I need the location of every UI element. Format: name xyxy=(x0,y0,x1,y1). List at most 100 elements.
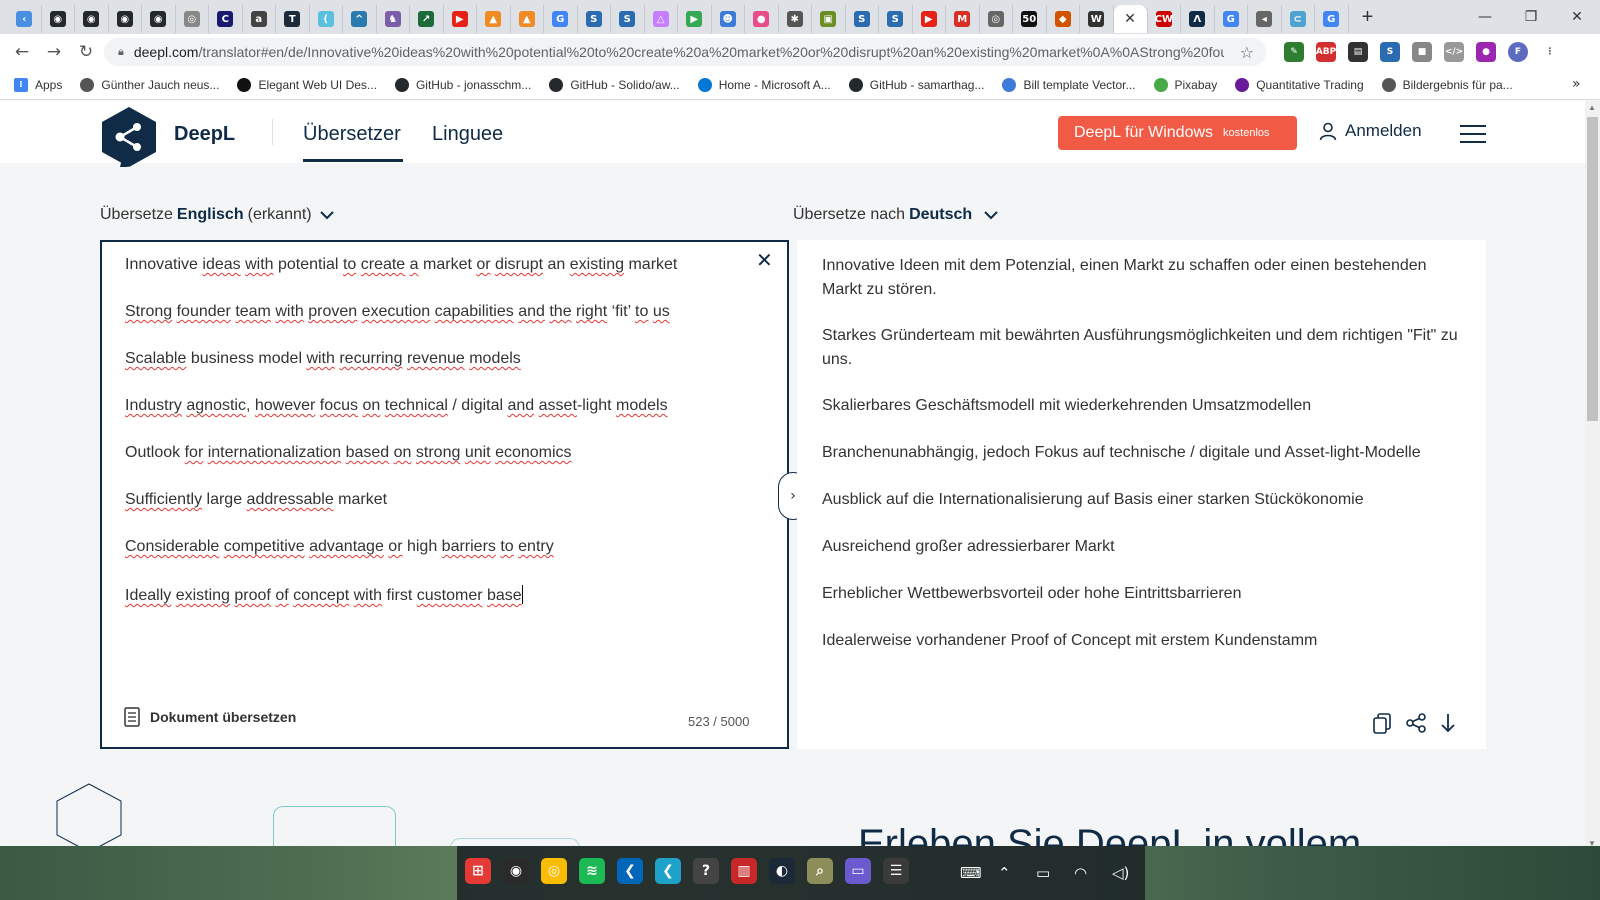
windows-start-icon[interactable]: ⊞ xyxy=(465,858,491,884)
browser-tab[interactable]: △ xyxy=(645,5,678,33)
browser-tab[interactable]: ◂ xyxy=(1248,5,1282,33)
wifi-icon[interactable]: ◠ xyxy=(1074,864,1087,882)
scrollbar-thumb[interactable] xyxy=(1587,117,1598,421)
browser-tab[interactable]: G xyxy=(1215,5,1248,33)
active-browser-tab[interactable]: ✕ xyxy=(1113,5,1148,33)
bookmark-item[interactable]: GitHub - jonasschm... xyxy=(394,77,531,92)
reload-icon[interactable]: ↻ xyxy=(70,36,102,68)
circle-extension-icon[interactable]: ● xyxy=(1476,42,1496,62)
browser-tab[interactable]: 50 xyxy=(1013,5,1047,33)
browser-tab[interactable]: ◉ xyxy=(109,5,142,33)
browser-tab[interactable]: S xyxy=(879,5,913,33)
browser-menu-icon[interactable]: ⋮ xyxy=(1540,42,1560,62)
new-tab-button[interactable]: + xyxy=(1353,3,1383,31)
brand-name[interactable]: DeepL xyxy=(174,123,235,146)
bookmarks-overflow-icon[interactable]: » xyxy=(1572,76,1586,92)
browser-tab[interactable]: ▲ xyxy=(477,5,511,33)
vscode-insiders-icon[interactable]: ❮ xyxy=(655,858,681,884)
keyboard-icon[interactable]: ⌨ xyxy=(960,864,982,882)
close-tab-icon[interactable]: ✕ xyxy=(1124,11,1136,27)
source-language-selector[interactable]: Übersetze Englisch (erkannt) xyxy=(100,206,334,224)
browser-tab[interactable]: G xyxy=(1315,5,1349,33)
s-extension-icon[interactable]: S xyxy=(1380,42,1400,62)
profile-avatar-icon[interactable]: F xyxy=(1508,42,1528,62)
login-link[interactable]: Anmelden xyxy=(1318,121,1422,141)
browser-tab[interactable]: Λ xyxy=(1181,5,1215,33)
spotify-icon[interactable]: ≋ xyxy=(579,858,605,884)
browser-tab[interactable]: ▲ xyxy=(511,5,544,33)
browser-tab[interactable]: ◎ xyxy=(176,5,209,33)
help-icon[interactable]: ? xyxy=(693,858,719,884)
extension-icon[interactable]: ▤ xyxy=(1348,42,1368,62)
bookmark-item[interactable]: Günther Jauch neus... xyxy=(80,77,219,92)
volume-icon[interactable]: ◁) xyxy=(1112,864,1129,882)
forward-icon[interactable]: → xyxy=(38,36,70,68)
steam-icon[interactable]: ◐ xyxy=(769,858,795,884)
chevron-up-icon[interactable]: ⌃ xyxy=(998,864,1011,882)
browser-tab[interactable]: ▣ xyxy=(812,5,846,33)
bookmark-item[interactable]: Pixabay xyxy=(1153,77,1217,92)
nav-linguee-link[interactable]: Linguee xyxy=(432,123,503,146)
search-tool-icon[interactable]: ⌕ xyxy=(807,858,833,884)
browser-tab[interactable]: ⊂ xyxy=(1282,5,1315,33)
bookmark-item[interactable]: GitHub - Solido/aw... xyxy=(549,77,680,92)
folder-icon[interactable]: ▭ xyxy=(845,858,871,884)
source-text-panel[interactable]: ✕ Dokument übersetzen 523 / 5000 Innovat… xyxy=(100,240,789,749)
download-icon[interactable] xyxy=(1437,712,1459,734)
bookmark-item[interactable]: Home - Microsoft A... xyxy=(697,77,831,92)
notes-icon[interactable]: ☰ xyxy=(883,858,909,884)
target-language-selector[interactable]: Übersetze nach Deutsch xyxy=(793,206,998,224)
trash-icon[interactable]: ▥ xyxy=(731,858,757,884)
browser-tab[interactable]: G xyxy=(544,5,578,33)
address-bar[interactable]: 🔒︎ deepl.com/translator#en/de/Innovative… xyxy=(104,38,1266,66)
bookmark-item[interactable]: GitHub - samarthag... xyxy=(848,77,984,92)
browser-tab[interactable]: ♞ xyxy=(377,5,410,33)
browser-tab[interactable]: ‹ xyxy=(8,5,42,33)
obs-icon[interactable]: ◉ xyxy=(503,858,529,884)
page-scrollbar[interactable]: ▲ ▼ xyxy=(1585,101,1600,850)
bookmark-item[interactable]: Bill template Vector... xyxy=(1002,77,1136,92)
close-window-button[interactable]: ✕ xyxy=(1554,0,1600,34)
restore-window-button[interactable]: ❐ xyxy=(1508,0,1554,34)
menu-hamburger-icon[interactable] xyxy=(1460,125,1486,143)
scroll-up-arrow-icon[interactable]: ▲ xyxy=(1588,103,1596,112)
browser-tab[interactable]: ^ xyxy=(343,5,377,33)
vscode-icon[interactable]: ❮ xyxy=(617,858,643,884)
bookmark-item[interactable]: Bildergebnis für pa... xyxy=(1381,77,1513,92)
browser-tab[interactable]: ( xyxy=(310,5,343,33)
copy-icon[interactable] xyxy=(1372,712,1394,734)
browser-tab[interactable]: ◉ xyxy=(75,5,109,33)
browser-tab[interactable]: ◆ xyxy=(1047,5,1080,33)
browser-tab[interactable]: M xyxy=(946,5,980,33)
chrome-icon[interactable]: ◎ xyxy=(541,858,567,884)
adblock-icon[interactable]: ABP xyxy=(1316,42,1336,62)
share-icon[interactable] xyxy=(1405,712,1427,734)
browser-tab[interactable]: ◎ xyxy=(980,5,1013,33)
nav-translator-link[interactable]: Übersetzer xyxy=(303,123,401,146)
browser-tab[interactable]: C xyxy=(209,5,243,33)
minimize-window-button[interactable]: — xyxy=(1462,0,1508,34)
browser-tab[interactable]: ☻ xyxy=(712,5,745,33)
bookmark-star-icon[interactable]: ☆ xyxy=(1240,43,1254,62)
browser-tab[interactable]: ▶ xyxy=(678,5,712,33)
browser-tab[interactable]: W xyxy=(1080,5,1114,33)
pen-extension-icon[interactable]: ✎ xyxy=(1284,42,1304,62)
translate-document-button[interactable]: Dokument übersetzen xyxy=(124,707,296,727)
deepl-logo-icon[interactable] xyxy=(102,107,156,167)
browser-tab[interactable]: ↗ xyxy=(410,5,444,33)
browser-tab[interactable]: S xyxy=(578,5,611,33)
browser-tab[interactable]: a xyxy=(243,5,276,33)
browser-tab[interactable]: ▶ xyxy=(913,5,946,33)
back-icon[interactable]: ← xyxy=(6,36,38,68)
browser-tab[interactable]: S xyxy=(611,5,645,33)
browser-tab[interactable]: ✱ xyxy=(779,5,812,33)
browser-tab[interactable]: T xyxy=(276,5,310,33)
bookmark-item[interactable]: Elegant Web UI Des... xyxy=(237,77,377,92)
code-extension-icon[interactable]: </> xyxy=(1444,42,1464,62)
browser-tab[interactable]: ◉ xyxy=(142,5,176,33)
download-windows-button[interactable]: DeepL für Windows kostenlos xyxy=(1058,116,1297,150)
browser-tab[interactable]: ◉ xyxy=(42,5,75,33)
bookmark-item[interactable]: Quantitative Trading xyxy=(1235,77,1364,92)
clear-text-icon[interactable]: ✕ xyxy=(756,248,773,272)
battery-icon[interactable]: ▭ xyxy=(1036,864,1050,882)
